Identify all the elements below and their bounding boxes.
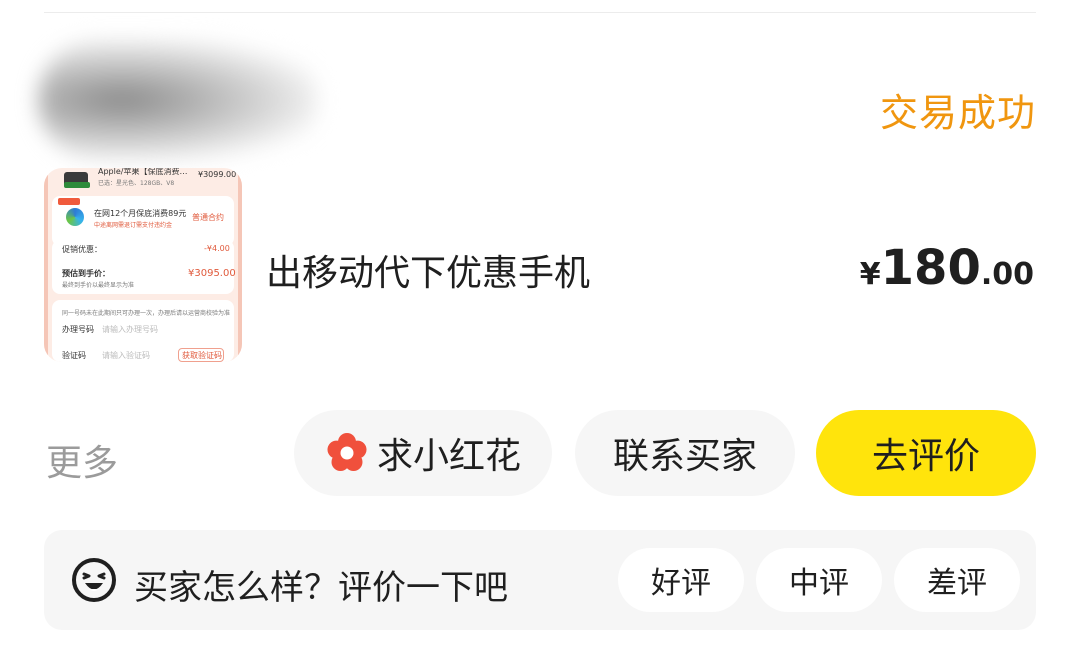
thumb-code-label: 验证码 <box>62 351 86 360</box>
go-review-label: 去评价 <box>871 436 980 477</box>
thumb-left-border <box>44 168 48 362</box>
product-thumbnail[interactable]: Apple/苹果【保底消费… ¥3099.00 已选：星光色、128GB、V8 … <box>44 168 242 362</box>
phone-tag <box>64 182 90 188</box>
thumb-price1: ¥3099.00 <box>198 170 237 179</box>
thumb-notice: 同一号码未在此期间只可办理一次，办理后请以运营商校验为准 <box>62 310 231 317</box>
flower-icon <box>327 433 367 471</box>
more-button[interactable]: 更多 <box>46 434 118 486</box>
thumb-phone-placeholder: 请输入办理号码 <box>102 325 158 334</box>
bad-review-button[interactable]: 差评 <box>894 548 1020 612</box>
thumb-right-border <box>238 168 242 362</box>
contact-buyer-button[interactable]: 联系买家 <box>575 410 795 496</box>
thumb-code-placeholder: 请输入验证码 <box>102 351 150 360</box>
ask-flower-button[interactable]: 求小红花 <box>294 410 552 496</box>
laughing-face-icon <box>72 558 116 602</box>
thumb-promo-line: 在网12个月保底消费89元 <box>94 209 187 218</box>
thumb-promo-sub: 中途离网需退订需支付违约金 <box>94 222 173 229</box>
china-mobile-logo-icon <box>66 208 84 226</box>
thumb-est-label: 预估到手价： <box>62 269 110 278</box>
thumb-discount-label: 促销优惠： <box>62 245 102 254</box>
thumb-contract: 普通合约 <box>192 213 224 222</box>
neutral-review-button[interactable]: 中评 <box>756 548 882 612</box>
price-currency: ¥ <box>859 257 881 292</box>
thumb-spec: 已选：星光色、128GB、V8 <box>98 180 175 187</box>
top-divider <box>44 12 1036 13</box>
price-decimal: .00 <box>980 257 1034 292</box>
buyer-avatar-blurred[interactable] <box>38 40 318 160</box>
thumb-est-value: ¥3095.00 <box>188 268 236 279</box>
good-review-button[interactable]: 好评 <box>618 548 744 612</box>
ask-flower-label: 求小红花 <box>376 436 521 477</box>
rate-buyer-card: 买家怎么样？评价一下吧 好评 中评 差评 <box>44 530 1036 630</box>
product-title[interactable]: 出移动代下优惠手机 <box>266 244 590 296</box>
thumb-promo-tag <box>58 198 80 205</box>
rate-buyer-prompt: 买家怎么样？评价一下吧 <box>134 568 508 608</box>
thumb-discount-value: -¥4.00 <box>204 244 230 253</box>
price-integer: 180 <box>880 240 981 296</box>
contact-buyer-label: 联系买家 <box>612 436 757 477</box>
order-price: ¥180.00 <box>860 240 1034 296</box>
thumb-est-note: 最终到手价以最终显示为准 <box>62 282 135 289</box>
order-status: 交易成功 <box>879 91 1036 135</box>
thumb-line1: Apple/苹果【保底消费… <box>98 168 188 176</box>
thumb-code-button-label: 获取验证码 <box>182 351 222 360</box>
go-review-button[interactable]: 去评价 <box>816 410 1036 496</box>
thumb-phone-label: 办理号码 <box>62 325 94 334</box>
